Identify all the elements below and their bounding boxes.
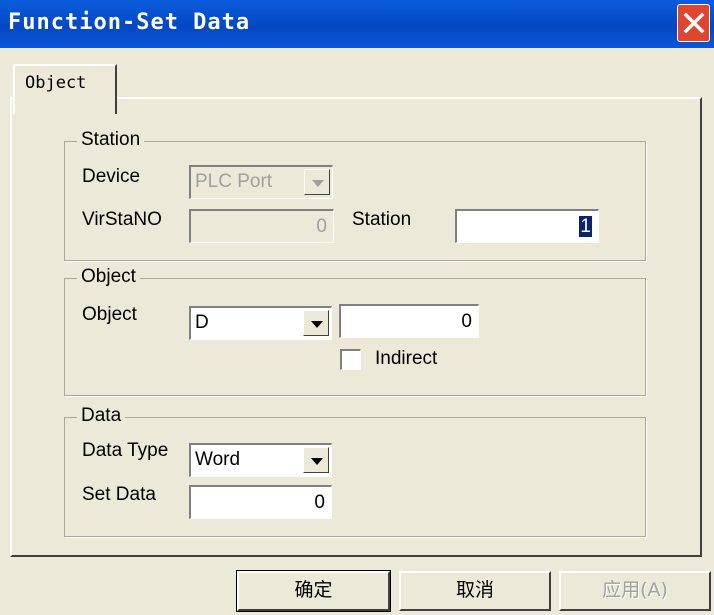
device-label: Device [82,166,141,187]
object-label: Object [82,304,137,325]
virstano-field: 0 [189,209,334,243]
ok-button[interactable]: 确定 [236,570,391,612]
station-value: 1 [579,216,592,237]
title-bar: Function-Set Data [0,0,714,48]
data-type-label: Data Type [82,440,169,461]
station-label: Station [352,209,412,230]
data-type-value: Word [195,449,241,470]
data-type-dropdown-button[interactable] [303,447,329,473]
tab-object-label: Object [25,73,87,93]
object-address-field[interactable]: 0 [339,304,479,338]
tab-panel: Station Device PLC Port VirStaNO 0 Stati… [10,97,702,557]
data-type-select[interactable]: Word [189,443,332,477]
set-data-label: Set Data [82,484,156,505]
station-field[interactable]: 1 [455,209,599,243]
window-title: Function-Set Data [8,10,251,35]
apply-button[interactable]: 应用(A) [559,571,711,611]
object-type-select[interactable]: D [189,306,332,340]
indirect-label[interactable]: Indirect [375,348,437,370]
set-data-field[interactable]: 0 [189,485,332,519]
station-group: Station [64,129,646,261]
data-group-legend: Data [77,405,126,427]
close-icon [683,12,705,34]
object-group-legend: Object [77,266,140,288]
device-dropdown-button [304,169,330,195]
station-group-legend: Station [77,129,145,151]
indirect-checkbox[interactable] [340,349,361,370]
tab-strip: Object [0,48,714,114]
tab-object[interactable]: Object [13,64,117,114]
chevron-down-icon [311,321,323,328]
data-group: Data [64,405,646,537]
object-type-value: D [195,312,209,333]
chevron-down-icon [311,458,323,465]
close-button[interactable] [677,4,710,42]
cancel-button[interactable]: 取消 [399,571,551,611]
object-type-dropdown-button[interactable] [303,310,329,336]
device-select: PLC Port [189,165,333,199]
device-value: PLC Port [195,171,273,192]
chevron-down-icon [312,180,324,187]
virstano-label: VirStaNO [82,209,162,230]
